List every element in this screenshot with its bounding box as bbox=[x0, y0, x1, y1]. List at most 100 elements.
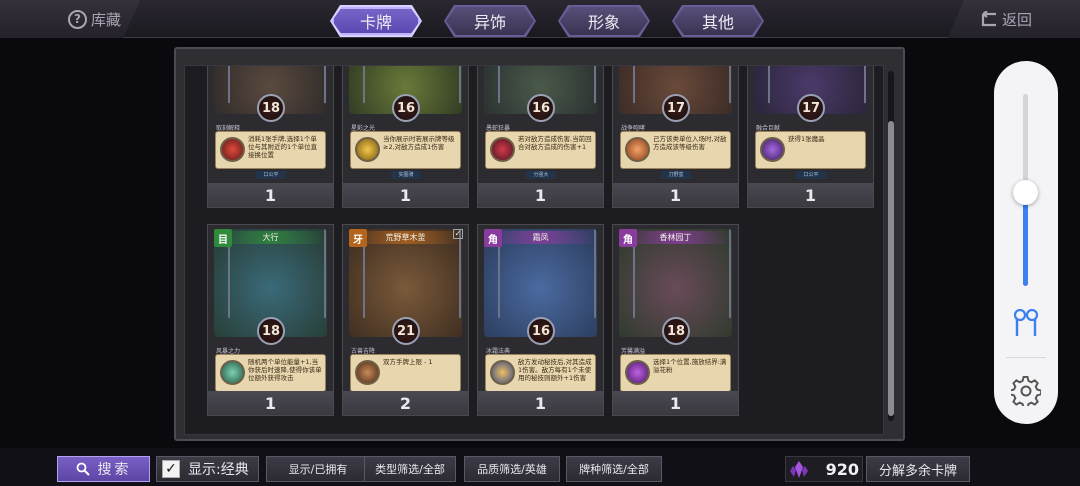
card-cost: 18 bbox=[257, 317, 285, 345]
card-count: 2 bbox=[343, 391, 468, 415]
card-cost: 21 bbox=[392, 317, 420, 345]
filter-quality-button[interactable]: 品质筛选/英雄 bbox=[464, 456, 560, 482]
earbuds-icon[interactable] bbox=[1012, 309, 1040, 339]
card-count: 1 bbox=[613, 183, 738, 207]
card-grid[interactable]: 18 取刻解释 消耗1张手牌,选择1个单位与其附近的1个单位直接换位置 口公平 1 16 星… bbox=[184, 65, 884, 435]
tab-label: 其他 bbox=[674, 7, 762, 35]
tab-label: 形象 bbox=[560, 7, 648, 35]
card-cost: 18 bbox=[257, 94, 285, 122]
filter-owned-label: 显示/已拥有 bbox=[288, 463, 348, 476]
back-arrow-icon bbox=[981, 11, 996, 27]
volume-fill bbox=[1023, 191, 1028, 286]
green-wind-icon bbox=[220, 360, 245, 385]
skill-text: 若对敌方造成伤害,当前回合对敌方造成的伤害+1 bbox=[518, 135, 592, 151]
tab-other[interactable]: 其他 bbox=[672, 5, 764, 37]
card-tile[interactable]: 17 战争咆哮 己方该类单位入场时,对敌方造成该等级伤害 刀野蛮 1 bbox=[612, 66, 739, 208]
search-button[interactable]: 搜索 bbox=[57, 456, 150, 482]
gear-icon[interactable] bbox=[1011, 376, 1041, 406]
crystal-currency: 920 bbox=[785, 456, 863, 482]
tab-label: 异饰 bbox=[446, 7, 534, 35]
skill-description: 当你展示时若展示牌等级≥2,对敌方造成1伤害 bbox=[350, 131, 461, 169]
card-count: 1 bbox=[748, 183, 873, 207]
checkmark-icon: ✓ bbox=[453, 229, 463, 239]
card-cost: 16 bbox=[527, 94, 555, 122]
skill-description: 获得1张魔晶 bbox=[755, 131, 866, 169]
skill-text: 获得1张魔晶 bbox=[788, 135, 825, 143]
purple-crystal-icon bbox=[790, 461, 808, 478]
card-count: 1 bbox=[208, 391, 333, 415]
volume-knob[interactable] bbox=[1013, 179, 1038, 205]
crystal-amount: 920 bbox=[825, 459, 859, 479]
brown-beast-icon bbox=[355, 360, 380, 385]
decompose-cards-button[interactable]: 分解多余卡牌 bbox=[866, 456, 970, 482]
card-cost: 18 bbox=[662, 317, 690, 345]
collection-button[interactable]: ? 库藏 bbox=[0, 0, 140, 38]
skill-text: 当你展示时若展示牌等级≥2,对敌方造成1伤害 bbox=[383, 135, 455, 151]
filter-race-button[interactable]: 牌种筛选/全部 bbox=[566, 456, 662, 482]
display-label: 显示:经典 bbox=[188, 462, 249, 478]
filter-owned-button[interactable]: 显示/已拥有 bbox=[266, 456, 370, 482]
card-count: 1 bbox=[343, 183, 468, 207]
red-claw-icon bbox=[490, 137, 515, 162]
card-tile[interactable]: 18 取刻解释 消耗1张手牌,选择1个单位与其附近的1个单位直接换位置 口公平 1 bbox=[207, 66, 334, 208]
tab-ornaments[interactable]: 异饰 bbox=[444, 5, 536, 37]
volume-panel bbox=[994, 61, 1058, 424]
gold-sun-icon bbox=[355, 137, 380, 162]
card-tile[interactable]: 香林园丁角18芳馨满溢选择1个位置,施放结界:满溢花粉神卡版1 bbox=[612, 224, 739, 416]
tab-cards[interactable]: 卡牌 bbox=[330, 5, 422, 37]
skill-text: 双方手牌上限 - 1 bbox=[383, 358, 433, 366]
skill-description: 消耗1张手牌,选择1个单位与其附近的1个单位直接换位置 bbox=[215, 131, 326, 169]
display-mode-toggle[interactable]: ✓ 显示:经典 bbox=[156, 456, 259, 482]
tab-appearance[interactable]: 形象 bbox=[558, 5, 650, 37]
collection-label: 库藏 bbox=[91, 10, 122, 29]
skill-description: 己方该类单位入场时,对敌方造成该等级伤害 bbox=[620, 131, 731, 169]
filter-type-button[interactable]: 类型筛选/全部 bbox=[364, 456, 456, 482]
search-icon bbox=[76, 462, 90, 476]
card-cost: 17 bbox=[662, 94, 690, 122]
back-label: 返回 bbox=[1002, 10, 1033, 29]
search-label: 搜索 bbox=[97, 462, 132, 478]
skill-description: 双方手牌上限 - 1 bbox=[350, 354, 461, 392]
orange-swirl-icon bbox=[625, 137, 650, 162]
card-tile[interactable]: 16 星彩之光 当你展示时若展示牌等级≥2,对敌方造成1伤害 实图骑 1 bbox=[342, 66, 469, 208]
purple-flower-icon bbox=[625, 360, 650, 385]
card-count: 1 bbox=[208, 183, 333, 207]
filter-type-label: 类型筛选/全部 bbox=[375, 463, 445, 476]
skill-text: 随机两个单位能量+1,当你获后时速降,使得你该单位额外获得攻击 bbox=[248, 358, 322, 382]
question-icon: ? bbox=[68, 9, 87, 29]
back-button[interactable]: 返回 bbox=[948, 0, 1080, 38]
card-collection-panel: 18 取刻解释 消耗1张手牌,选择1个单位与其附近的1个单位直接换位置 口公平 1 16 星… bbox=[174, 47, 905, 441]
skill-description: 敌方发动秘技后,对其造成1伤害。敌方每有1个未使用的秘技则额外+1伤害 bbox=[485, 354, 596, 392]
scrollbar-thumb[interactable] bbox=[888, 121, 894, 416]
class-badge: 角 bbox=[619, 229, 637, 247]
card-count: 1 bbox=[478, 183, 603, 207]
faction-tag: 口公平 bbox=[796, 171, 826, 179]
faction-tag: 刀野蛮 bbox=[661, 171, 691, 179]
divider bbox=[1006, 357, 1046, 358]
decompose-label: 分解多余卡牌 bbox=[878, 463, 957, 479]
card-tile[interactable]: 荒野草木釜牙✓21古兽吉降双方手牌上限 - 1充允旅2 bbox=[342, 224, 469, 416]
skill-text: 选择1个位置,施放结界:满溢花粉 bbox=[653, 358, 727, 374]
skill-text: 敌方发动秘技后,对其造成1伤害。敌方每有1个未使用的秘技则额外+1伤害 bbox=[518, 358, 592, 382]
faction-tag: 口公平 bbox=[256, 171, 286, 179]
tab-label: 卡牌 bbox=[332, 7, 420, 35]
skill-description: 选择1个位置,施放结界:满溢花粉 bbox=[620, 354, 731, 392]
skill-description: 随机两个单位能量+1,当你获后时速降,使得你该单位额外获得攻击 bbox=[215, 354, 326, 392]
card-cost: 17 bbox=[797, 94, 825, 122]
card-tile[interactable]: 霜凤角 16 冰霜法典 敌方发动秘技后,对其造成1伤害。敌方每有1个未使用的秘技则额外… bbox=[477, 224, 604, 416]
category-tabs: 卡牌 异饰 形象 其他 bbox=[330, 5, 764, 37]
card-count: 1 bbox=[478, 391, 603, 415]
checkbox-checked-icon[interactable]: ✓ bbox=[162, 460, 180, 478]
card-tile[interactable]: 16 愚蛇狂暴 若对敌方造成伤害,当前回合对敌方造成的伤害+1 分强大 1 bbox=[477, 66, 604, 208]
top-bar: ? 库藏 卡牌 异饰 形象 其他 返回 bbox=[0, 0, 1080, 38]
class-badge: 角 bbox=[484, 229, 502, 247]
faction-tag: 实图骑 bbox=[391, 171, 421, 179]
purple-gem-icon bbox=[760, 137, 785, 162]
card-cost: 16 bbox=[392, 94, 420, 122]
filter-quality-label: 品质筛选/英雄 bbox=[477, 463, 547, 476]
card-cost: 16 bbox=[527, 317, 555, 345]
card-tile[interactable]: 大行目 18 风暴之力 随机两个单位能量+1,当你获后时速降,使得你该单位额外获得攻击… bbox=[207, 224, 334, 416]
card-count: 1 bbox=[613, 391, 738, 415]
filter-race-label: 牌种筛选/全部 bbox=[579, 463, 649, 476]
card-tile[interactable]: 17 融合巨献 获得1张魔晶 口公平 1 bbox=[747, 66, 874, 208]
